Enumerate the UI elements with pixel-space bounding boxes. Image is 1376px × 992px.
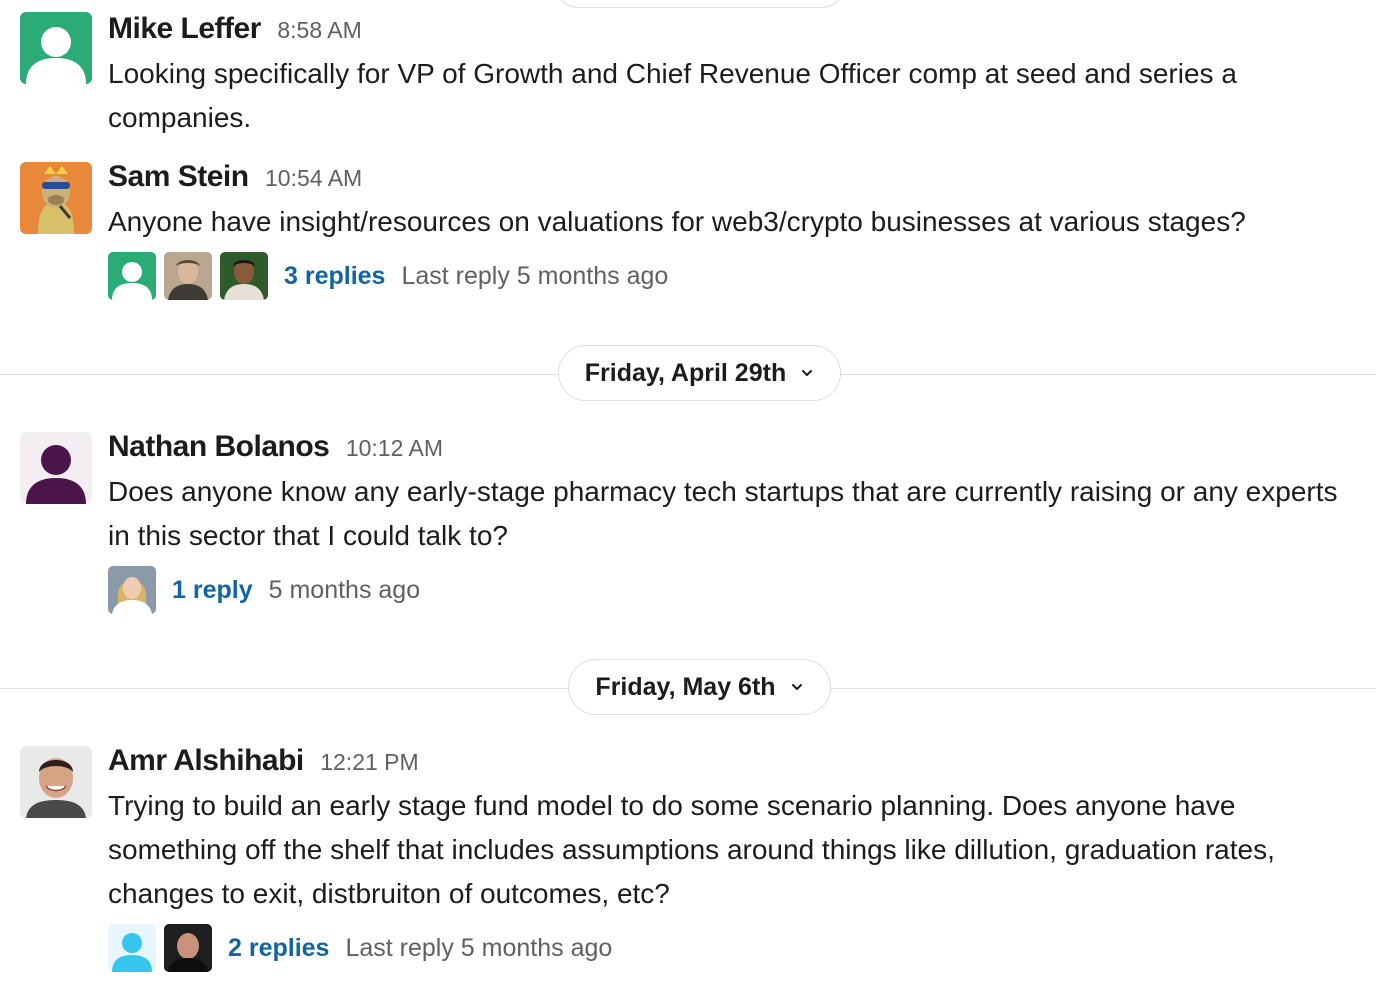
photo-avatar-image <box>220 252 268 300</box>
message-text: Trying to build an early stage fund mode… <box>108 790 1275 909</box>
person-icon <box>108 924 156 972</box>
avatar[interactable] <box>20 432 92 504</box>
date-divider-pill[interactable]: Friday, May 6th <box>568 659 831 715</box>
date-label: Friday, May 6th <box>595 672 776 701</box>
chevron-down-icon <box>791 684 802 690</box>
avatar[interactable] <box>20 162 92 234</box>
thread-summary[interactable]: 1 reply 5 months ago <box>108 566 420 614</box>
photo-avatar-image <box>164 252 212 300</box>
photo-avatar-image <box>108 566 156 614</box>
timestamp[interactable]: 12:21 PM <box>320 749 418 775</box>
person-icon <box>108 252 156 300</box>
sender-name[interactable]: Nathan Bolanos <box>108 430 330 463</box>
message-text: Does anyone know any early-stage pharmac… <box>108 476 1338 551</box>
last-reply-time: Last reply 5 months ago <box>345 933 613 962</box>
person-icon <box>20 12 92 84</box>
date-divider-pill[interactable]: Friday, April 29th <box>558 345 841 401</box>
replies-link[interactable]: 1 reply <box>172 576 253 605</box>
sender-name[interactable]: Sam Stein <box>108 160 249 193</box>
photo-avatar-image <box>164 924 212 972</box>
thread-summary[interactable]: 2 replies Last reply 5 months ago <box>108 924 612 972</box>
sender-name[interactable]: Mike Leffer <box>108 12 261 45</box>
sender-name[interactable]: Amr Alshihabi <box>108 744 304 777</box>
replies-link[interactable]: 3 replies <box>284 262 385 291</box>
thread-participant-avatar <box>108 924 156 972</box>
avatar[interactable] <box>20 12 92 84</box>
message-text: Anyone have insight/resources on valuati… <box>108 206 1246 237</box>
message-text: Looking specifically for VP of Growth an… <box>108 58 1237 133</box>
last-reply-time: Last reply 5 months ago <box>401 261 669 290</box>
thread-participant-avatar <box>164 924 212 972</box>
date-divider-previous[interactable] <box>555 0 845 8</box>
chevron-down-icon <box>802 370 813 376</box>
last-reply-time: 5 months ago <box>268 575 421 604</box>
timestamp[interactable]: 10:12 AM <box>346 435 443 461</box>
avatar[interactable] <box>20 746 92 818</box>
ape-avatar-image <box>20 162 92 234</box>
person-icon <box>20 432 92 504</box>
timestamp[interactable]: 10:54 AM <box>265 165 362 191</box>
thread-summary[interactable]: 3 replies Last reply 5 months ago <box>108 252 668 300</box>
thread-participant-avatar <box>220 252 268 300</box>
replies-link[interactable]: 2 replies <box>228 934 329 963</box>
date-label: Friday, April 29th <box>584 358 787 387</box>
photo-avatar-image <box>20 746 92 818</box>
thread-participant-avatar <box>108 566 156 614</box>
timestamp[interactable]: 8:58 AM <box>277 17 361 43</box>
thread-participant-avatar <box>108 252 156 300</box>
thread-participant-avatar <box>164 252 212 300</box>
